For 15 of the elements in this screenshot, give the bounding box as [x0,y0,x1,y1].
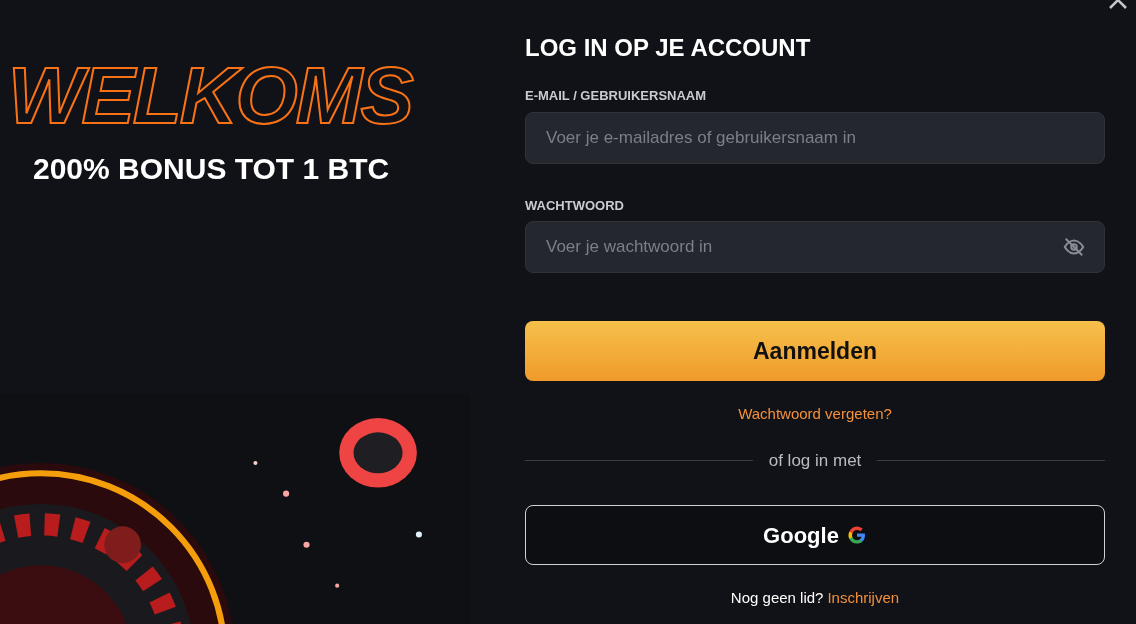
eye-off-icon[interactable] [1063,236,1085,258]
divider-text: of log in met [768,449,862,472]
form-title: LOG IN OP JE ACCOUNT [525,33,812,63]
login-button[interactable]: Aanmelden [525,321,1105,381]
forgot-password-link[interactable]: Wachtwoord vergeten? [738,403,892,426]
welcome-headline: WELKOMS [8,50,415,142]
google-button[interactable]: Google [525,505,1105,565]
google-icon [846,525,867,545]
input-field[interactable]: Voer je e-mailadres of gebruikersnaam in [525,111,1105,164]
input-field[interactable]: Voer je wachtwoord in [525,221,1105,273]
bonus-text: 200% BONUS TOT 1 BTC [33,151,391,187]
signup-question: Nog geen lid? [730,588,824,608]
field-label: E-MAIL / GEBRUIKERSNAAM [525,87,708,105]
field-label: WACHTWOORD [525,196,625,215]
signup-link[interactable]: Inschrijven [827,587,900,610]
